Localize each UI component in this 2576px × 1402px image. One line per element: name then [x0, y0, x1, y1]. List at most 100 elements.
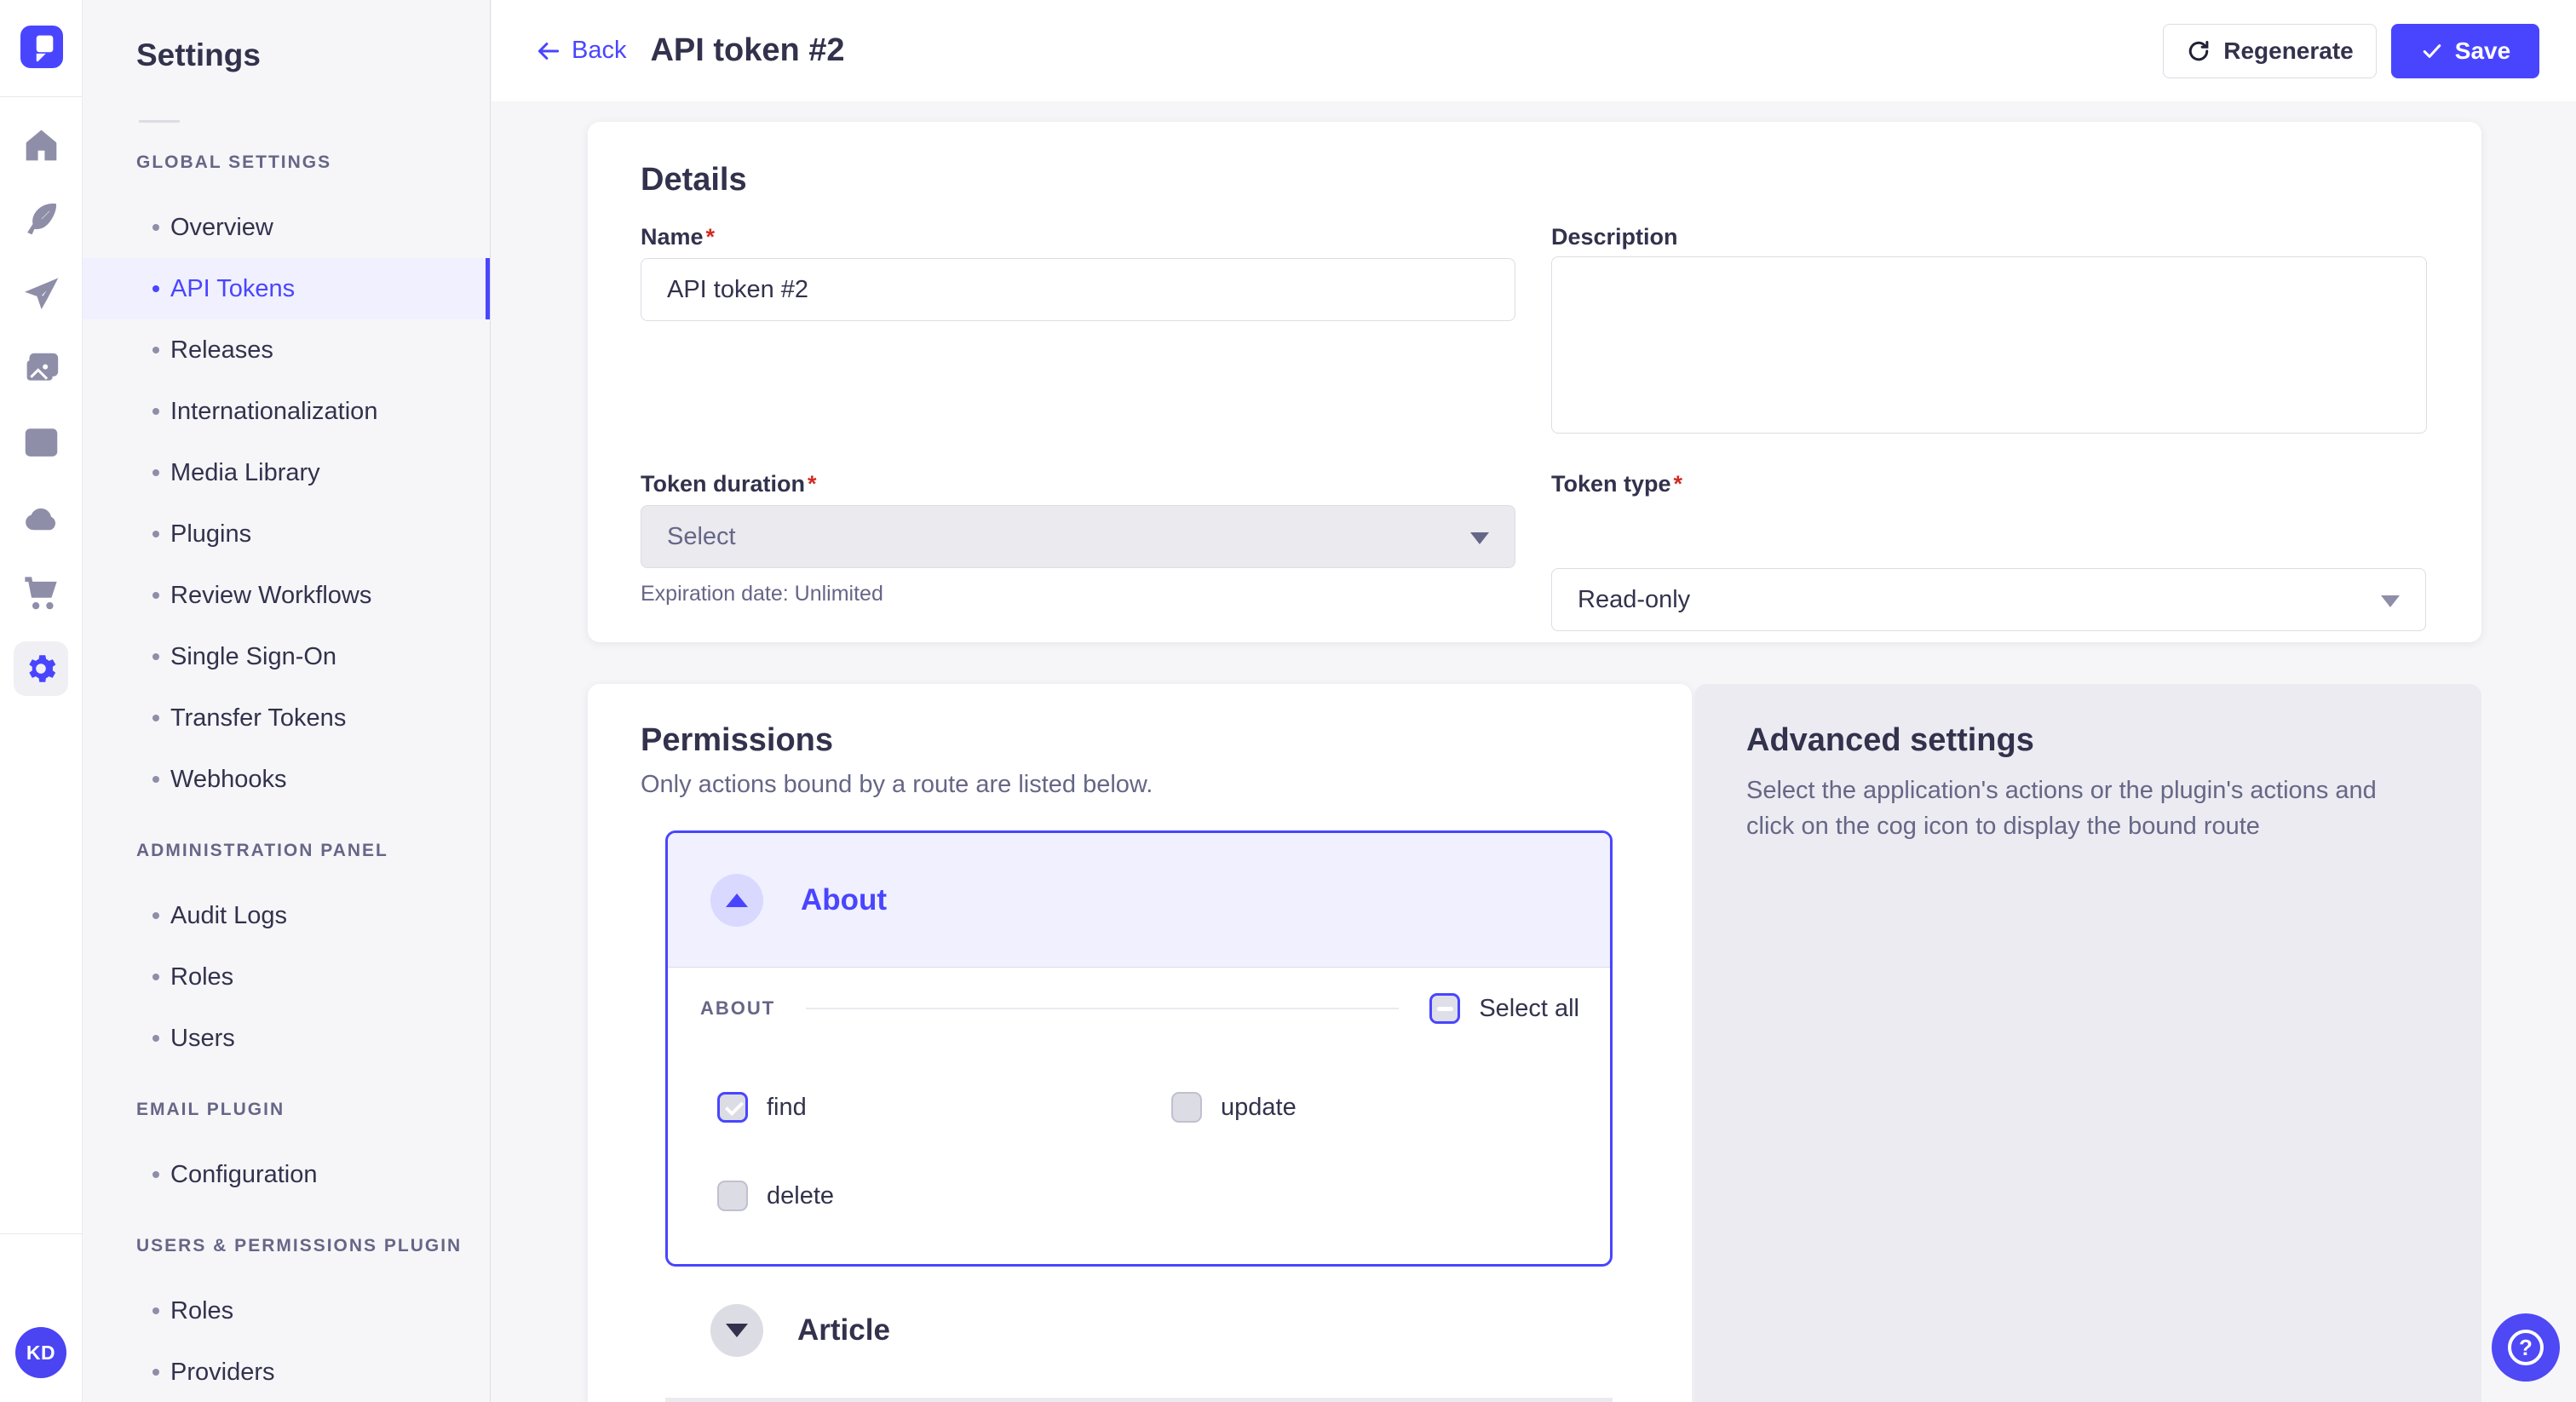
find-label: find: [767, 1094, 807, 1122]
strapi-admin-app: KD Settings GLOBAL SETTINGS Overview API…: [0, 0, 2576, 1402]
sidebar-item-label: Internationalization: [170, 398, 377, 426]
delete-checkbox[interactable]: [717, 1181, 748, 1211]
header-actions: Regenerate Save: [2163, 24, 2539, 78]
settings-icon[interactable]: [14, 641, 68, 696]
find-checkbox[interactable]: [717, 1092, 748, 1123]
user-avatar[interactable]: KD: [15, 1327, 66, 1378]
sidebar-item-transfer-tokens[interactable]: Transfer Tokens: [83, 687, 490, 749]
sidebar-item-label: Roles: [170, 1297, 233, 1325]
token-duration-select[interactable]: Select: [641, 505, 1515, 568]
section-divider-line: [806, 1008, 1399, 1009]
sidebar-item-releases[interactable]: Releases: [83, 319, 490, 381]
update-label: update: [1221, 1094, 1297, 1122]
required-mark: *: [1674, 471, 1683, 497]
sidebar-item-audit-logs[interactable]: Audit Logs: [83, 885, 490, 946]
bullet-dot: [152, 974, 159, 980]
back-label: Back: [572, 37, 626, 65]
sidebar-item-label: Configuration: [170, 1161, 318, 1189]
about-accordion-title: About: [801, 883, 887, 917]
regenerate-icon: [2186, 38, 2211, 64]
sidebar-item-admin-roles[interactable]: Roles: [83, 946, 490, 1008]
article-accordion-title: Article: [797, 1313, 890, 1347]
sidebar-section-users-permissions-plugin: USERS & PERMISSIONS PLUGIN: [83, 1236, 490, 1255]
page-header: Back API token #2 Regenerate Save: [492, 0, 2576, 101]
sidebar-item-label: Transfer Tokens: [170, 704, 346, 733]
feather-icon[interactable]: [22, 199, 60, 238]
bullet-dot: [152, 469, 159, 476]
check-icon: [2420, 39, 2444, 63]
chevron-down-icon: [1470, 532, 1489, 544]
sidebar-section-global-settings: GLOBAL SETTINGS: [83, 152, 490, 171]
token-type-value: Read-only: [1578, 586, 1690, 614]
advanced-settings-description: Select the application's actions or the …: [1746, 773, 2428, 844]
sidebar-item-api-tokens[interactable]: API Tokens: [83, 258, 490, 319]
sidebar-item-label: Users: [170, 1025, 235, 1053]
action-delete: delete: [717, 1181, 1171, 1211]
sidebar-item-label: Providers: [170, 1359, 275, 1387]
sidebar-item-label: Webhooks: [170, 766, 287, 794]
advanced-settings-heading: Advanced settings: [1746, 722, 2034, 759]
sidebar-item-label: Single Sign-On: [170, 643, 336, 671]
chevron-down-icon: [2381, 595, 2400, 607]
main-content: Back API token #2 Regenerate Save Detail…: [492, 0, 2576, 1402]
strapi-logo[interactable]: [20, 26, 63, 68]
bullet-dot: [152, 1369, 159, 1376]
sidebar-item-admin-users[interactable]: Users: [83, 1008, 490, 1069]
sidebar-item-email-configuration[interactable]: Configuration: [83, 1144, 490, 1205]
collapse-about-button[interactable]: [710, 874, 763, 927]
strapi-logo-icon: [20, 26, 63, 68]
regenerate-button[interactable]: Regenerate: [2163, 24, 2377, 78]
sidebar-item-up-roles[interactable]: Roles: [83, 1280, 490, 1342]
bullet-dot: [152, 715, 159, 721]
sidebar-item-media-library[interactable]: Media Library: [83, 442, 490, 503]
delete-label: delete: [767, 1182, 834, 1210]
expand-article-button[interactable]: [710, 1304, 763, 1357]
chevron-down-icon: [726, 1324, 748, 1337]
back-arrow-icon: [534, 37, 563, 66]
sidebar-item-review-workflows[interactable]: Review Workflows: [83, 565, 490, 626]
token-duration-label: Token duration*: [641, 471, 817, 497]
cloud-icon[interactable]: [22, 499, 60, 537]
update-checkbox[interactable]: [1171, 1092, 1202, 1123]
save-button[interactable]: Save: [2391, 24, 2539, 78]
media-library-icon[interactable]: [22, 349, 60, 388]
about-accordion-header[interactable]: About: [668, 833, 1610, 968]
settings-sidebar: Settings GLOBAL SETTINGS Overview API To…: [83, 0, 491, 1402]
save-label: Save: [2455, 37, 2510, 65]
help-button[interactable]: ?: [2492, 1313, 2560, 1382]
permissions-subtitle: Only actions bound by a route are listed…: [641, 771, 1153, 799]
select-all-label: Select all: [1479, 995, 1579, 1023]
back-button[interactable]: Back: [534, 37, 626, 66]
article-section-divider: [665, 1398, 1613, 1402]
sidebar-item-label: Audit Logs: [170, 902, 287, 930]
marketplace-cart-icon[interactable]: [22, 572, 60, 610]
content-manager-icon[interactable]: [22, 423, 60, 462]
sidebar-item-overview[interactable]: Overview: [83, 197, 490, 258]
sidebar-item-label: Plugins: [170, 520, 251, 549]
token-duration-value: Select: [667, 523, 736, 551]
question-mark-icon: ?: [2508, 1330, 2544, 1365]
sidebar-item-single-sign-on[interactable]: Single Sign-On: [83, 626, 490, 687]
about-section-row: ABOUT Select all: [700, 993, 1579, 1024]
article-accordion-header[interactable]: Article: [710, 1304, 890, 1357]
sidebar-item-plugins[interactable]: Plugins: [83, 503, 490, 565]
sidebar-item-webhooks[interactable]: Webhooks: [83, 749, 490, 810]
bullet-dot: [152, 776, 159, 783]
token-type-select[interactable]: Read-only: [1551, 568, 2426, 631]
home-icon[interactable]: [22, 126, 60, 164]
name-input[interactable]: [641, 258, 1515, 321]
description-textarea[interactable]: [1551, 256, 2427, 434]
sidebar-item-internationalization[interactable]: Internationalization: [83, 381, 490, 442]
sidebar-item-label: Review Workflows: [170, 582, 371, 610]
action-find: find: [717, 1092, 1171, 1123]
send-icon[interactable]: [22, 274, 60, 313]
select-all-checkbox[interactable]: [1429, 993, 1460, 1024]
bullet-dot: [152, 1171, 159, 1178]
permissions-card: Permissions Only actions bound by a rout…: [588, 684, 1692, 1402]
rail-divider-top: [0, 96, 83, 97]
details-heading: Details: [641, 162, 747, 198]
bullet-dot: [152, 653, 159, 660]
required-mark: *: [808, 471, 817, 497]
bullet-dot: [152, 531, 159, 537]
sidebar-item-up-providers[interactable]: Providers: [83, 1342, 490, 1402]
